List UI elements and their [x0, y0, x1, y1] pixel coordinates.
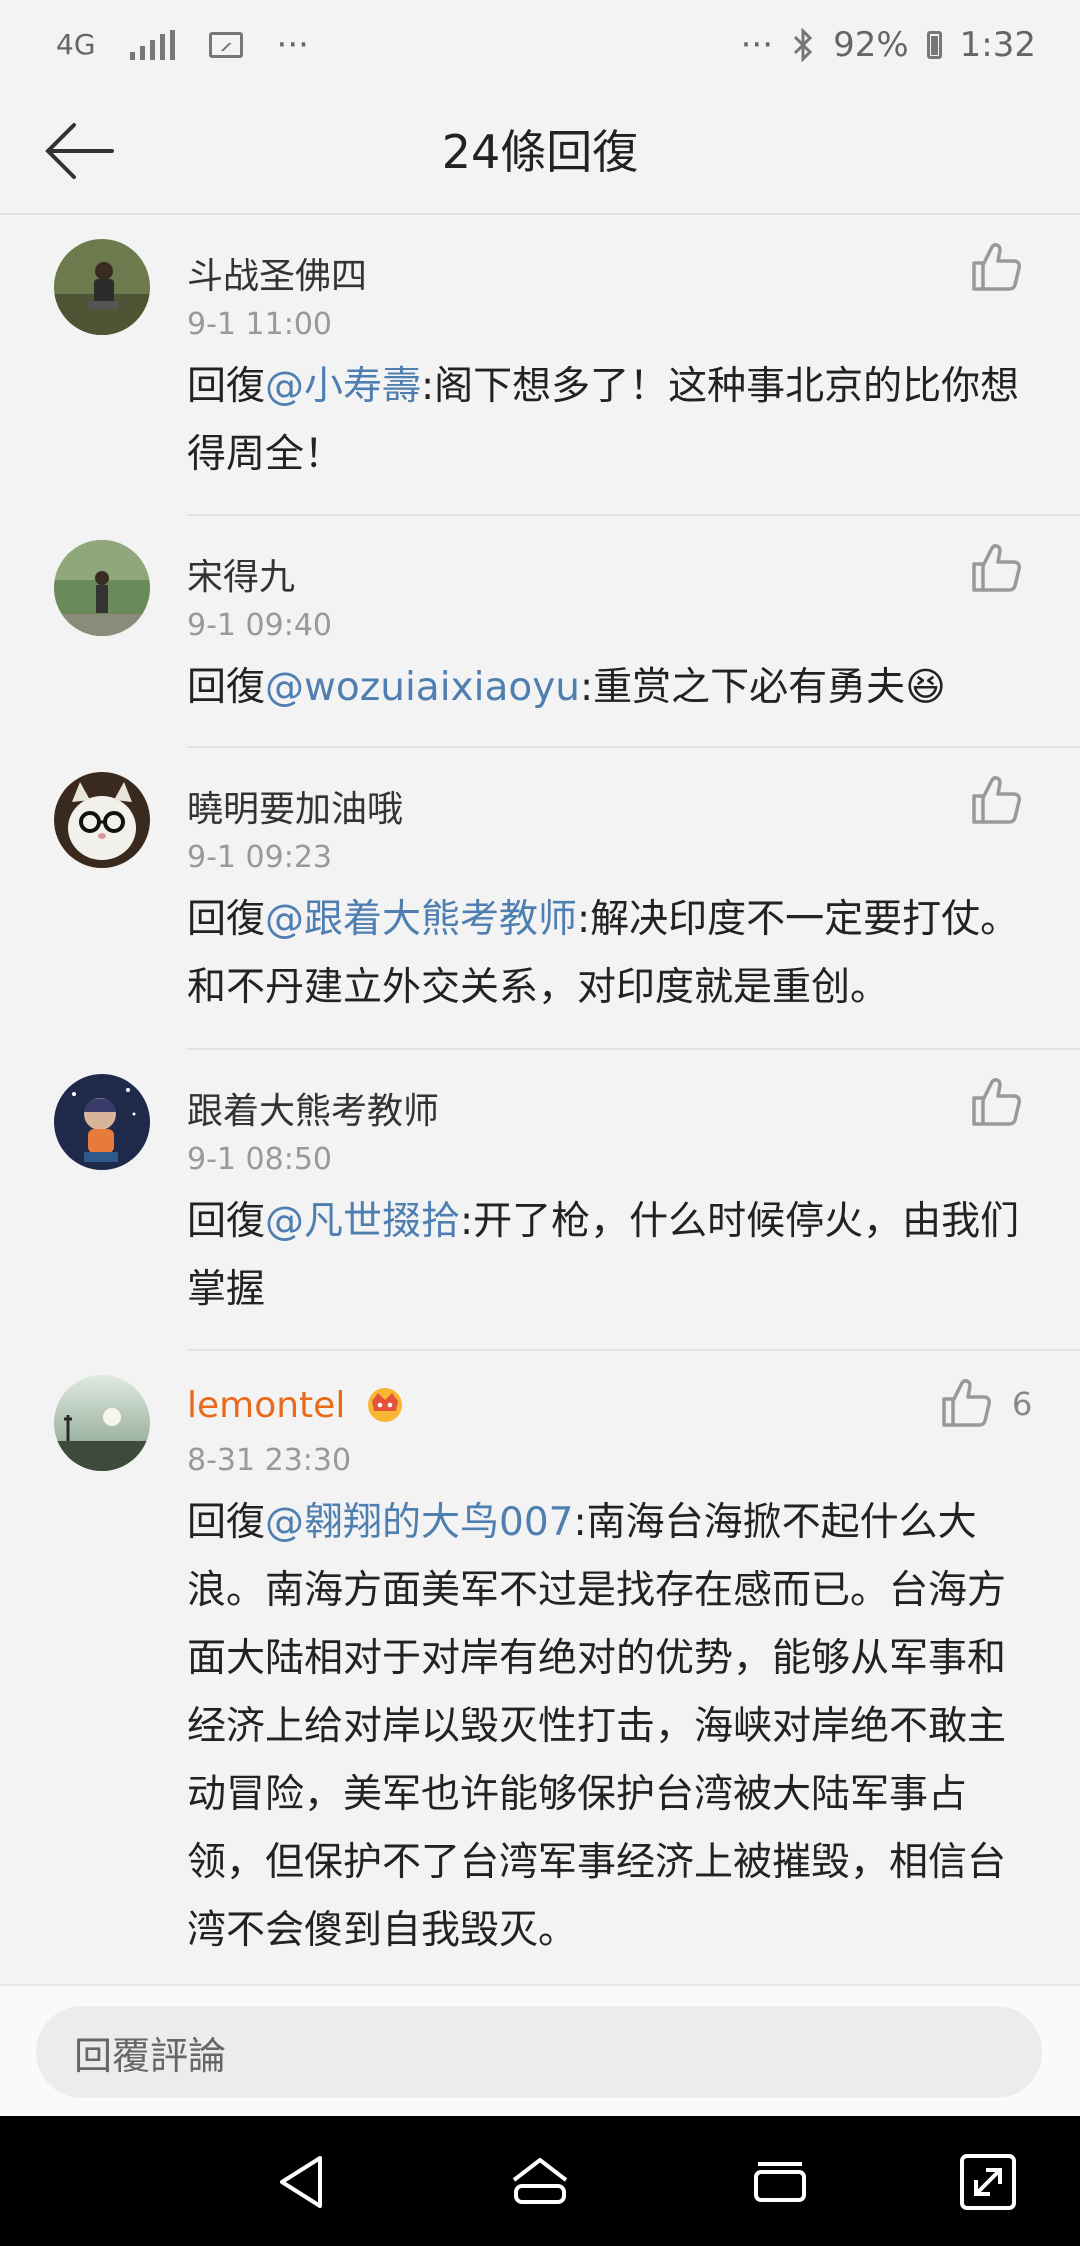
comment-time: 9-1 09:23	[187, 840, 332, 875]
more-status-icon: ···	[740, 25, 774, 65]
expand-icon[interactable]	[956, 2150, 1020, 2214]
avatar[interactable]	[54, 540, 150, 636]
comment-author[interactable]: lemontel	[187, 1383, 407, 1426]
mention-link[interactable]: @凡世掇拾	[265, 1199, 460, 1244]
battery-icon	[926, 31, 942, 59]
comment-body: 回復@wozuiaixiaoyu:重赏之下必有勇夫😆	[187, 654, 1037, 722]
crown-badge-icon	[367, 1388, 402, 1422]
author-name-text: lemontel	[187, 1385, 346, 1426]
comment-time: 9-1 09:40	[187, 608, 332, 643]
mention-link[interactable]: @wozuiaixiaoyu	[265, 665, 580, 710]
page-title: 24條回復	[441, 125, 639, 179]
reply-prefix: 回復	[187, 1199, 266, 1244]
like-count: 6	[1012, 1385, 1033, 1423]
signal-icon	[129, 30, 175, 60]
avatar[interactable]	[54, 1375, 150, 1471]
comment-author[interactable]: 跟着大熊考教师	[187, 1082, 439, 1134]
thumbs-up-icon[interactable]	[968, 540, 1024, 596]
comment-time: 8-31 23:30	[187, 1443, 352, 1478]
mention-link[interactable]: @翱翔的大鸟007	[265, 1500, 573, 1545]
comment-time: 9-1 08:50	[187, 1142, 332, 1177]
mention-link[interactable]: @跟着大熊考教师	[265, 897, 577, 942]
reply-prefix: 回復	[187, 364, 266, 409]
thumbs-up-icon[interactable]	[968, 772, 1024, 828]
reply-prefix: 回復	[187, 897, 266, 942]
home-icon[interactable]	[508, 2150, 572, 2214]
reply-prefix: 回復	[187, 1500, 266, 1545]
comment-time: 9-1 11:00	[187, 307, 332, 342]
bluetooth-icon	[794, 28, 813, 62]
recents-icon[interactable]	[748, 2150, 812, 2214]
avatar[interactable]	[54, 1074, 150, 1170]
comment-body: 回復@翱翔的大鸟007:南海台海掀不起什么大浪。南海方面美军不过是找存在感而已。…	[187, 1489, 1037, 1965]
comment-body: 回復@小寿壽:阁下想多了！这种事北京的比你想得周全！	[187, 353, 1037, 489]
title-bar: 24條回復	[0, 90, 1080, 215]
navigation-bar	[0, 2116, 1080, 2246]
comment-item: 宋得九 9-1 09:40 回復@wozuiaixiaoyu:重赏之下必有勇夫😆	[0, 516, 1080, 748]
image-notification-icon	[208, 32, 243, 58]
comment-body: 回復@凡世掇拾:开了枪，什么时候停火，由我们掌握	[187, 1188, 1037, 1324]
comment-item: 斗战圣佛四 9-1 11:00 回復@小寿壽:阁下想多了！这种事北京的比你想得周…	[0, 215, 1080, 516]
avatar[interactable]	[54, 772, 150, 868]
reply-bar: 回覆評論	[0, 1984, 1080, 2116]
comment-item: lemontel 8-31 23:30 6 回復@翱翔的大鸟007:南海台海掀不…	[0, 1351, 1080, 1984]
more-notifications-icon: ···	[276, 25, 309, 65]
comment-item: 跟着大熊考教师 9-1 08:50 回復@凡世掇拾:开了枪，什么时候停火，由我们…	[0, 1050, 1080, 1351]
thumbs-up-icon[interactable]	[938, 1375, 994, 1431]
battery-percent: 92%	[833, 25, 909, 65]
reply-input[interactable]: 回覆評論	[36, 2006, 1042, 2098]
comment-author[interactable]: 宋得九	[187, 548, 295, 600]
comment-list: 斗战圣佛四 9-1 11:00 回復@小寿壽:阁下想多了！这种事北京的比你想得周…	[0, 215, 1080, 1984]
avatar[interactable]	[54, 239, 150, 335]
status-bar: 4G ··· ··· 92% 1:32	[0, 0, 1080, 90]
comment-author[interactable]: 曉明要加油哦	[187, 780, 403, 832]
network-indicator: 4G	[56, 28, 96, 61]
comment-body: 回復@跟着大熊考教师:解决印度不一定要打仗。和不丹建立外交关系，对印度就是重创。	[187, 886, 1037, 1022]
triangle-back-icon[interactable]	[270, 2150, 334, 2214]
comment-author[interactable]: 斗战圣佛四	[187, 247, 367, 299]
thumbs-up-icon[interactable]	[968, 1074, 1024, 1130]
thumbs-up-icon[interactable]	[968, 239, 1024, 295]
comment-text: :南海台海掀不起什么大浪。南海方面美军不过是找存在感而已。台海方面大陆相对于对岸…	[187, 1500, 1007, 1953]
comment-text: :重赏之下必有勇夫😆	[580, 665, 946, 710]
clock: 1:32	[959, 25, 1036, 65]
comment-item: 曉明要加油哦 9-1 09:23 回復@跟着大熊考教师:解决印度不一定要打仗。和…	[0, 748, 1080, 1050]
reply-prefix: 回復	[187, 665, 266, 710]
mention-link[interactable]: @小寿壽	[265, 364, 421, 409]
